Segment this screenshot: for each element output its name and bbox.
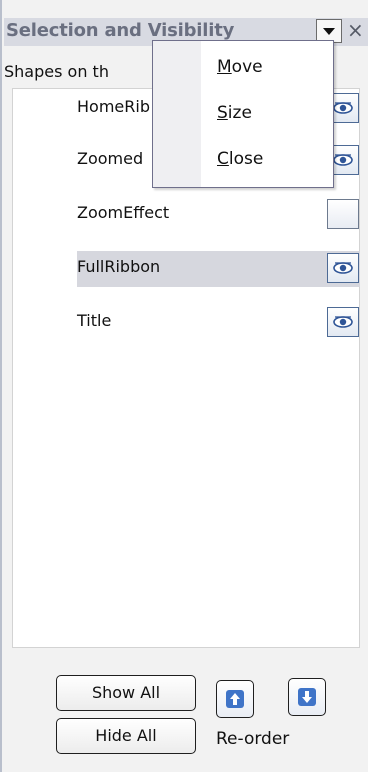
menu-item-label: Size xyxy=(217,103,252,123)
list-item[interactable]: ZoomEffect xyxy=(77,197,360,233)
shape-name: ZoomEffect xyxy=(77,203,170,222)
shape-name: HomeRib xyxy=(77,97,150,116)
close-icon[interactable]: × xyxy=(347,18,364,42)
list-item-selected[interactable]: FullRibbon xyxy=(77,251,360,287)
eye-icon xyxy=(333,262,353,274)
pane-options-menu: Move Size Close xyxy=(152,40,334,188)
shape-name: Zoomed xyxy=(77,149,144,168)
visibility-toggle[interactable] xyxy=(327,307,359,337)
menu-gutter xyxy=(153,41,201,187)
shape-name: FullRibbon xyxy=(77,257,161,276)
reorder-label: Re-order xyxy=(216,729,290,749)
show-all-button[interactable]: Show All xyxy=(56,675,196,711)
selection-pane: Selection and Visibility × Shapes on th … xyxy=(0,0,368,772)
send-backward-button[interactable] xyxy=(288,678,326,716)
eye-icon xyxy=(333,102,353,114)
bring-forward-button[interactable] xyxy=(216,680,254,718)
menu-item-label: Move xyxy=(217,57,263,77)
chevron-down-icon xyxy=(323,28,335,35)
shape-name: Title xyxy=(77,311,112,330)
eye-icon xyxy=(333,154,353,166)
arrow-down-icon xyxy=(298,688,316,706)
eye-icon xyxy=(333,316,353,328)
arrow-up-icon xyxy=(226,690,244,708)
visibility-toggle[interactable] xyxy=(327,199,359,229)
hide-all-button[interactable]: Hide All xyxy=(56,718,196,754)
pane-title: Selection and Visibility xyxy=(6,20,235,41)
menu-item-close[interactable]: Close xyxy=(201,139,333,183)
shapes-on-slide-label: Shapes on th xyxy=(4,62,109,81)
list-item[interactable]: Title xyxy=(77,305,360,341)
menu-item-size[interactable]: Size xyxy=(201,93,333,137)
menu-item-label: Close xyxy=(217,149,264,169)
visibility-toggle[interactable] xyxy=(327,253,359,283)
menu-item-move[interactable]: Move xyxy=(201,47,333,91)
